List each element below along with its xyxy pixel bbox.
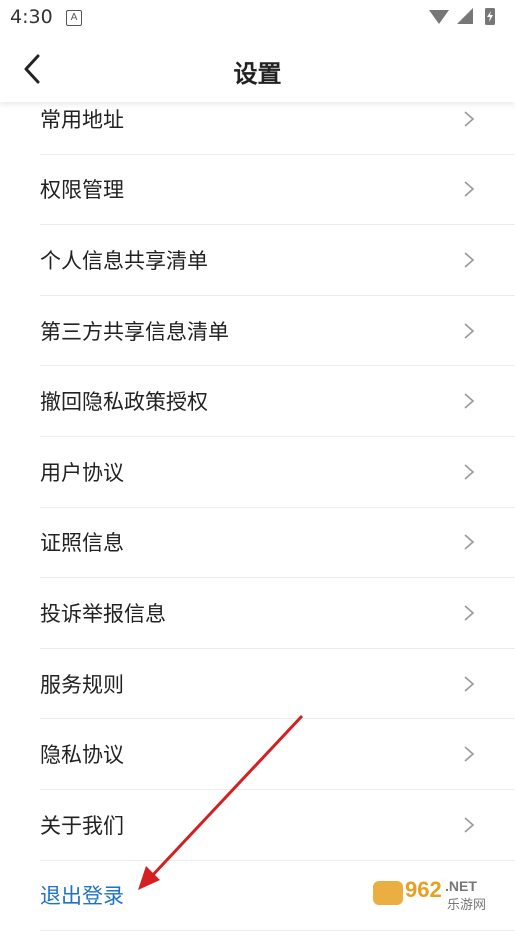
svg-text:.NET: .NET <box>445 878 477 894</box>
svg-text:乐游网: 乐游网 <box>447 898 486 913</box>
page-title: 设置 <box>233 60 282 88</box>
app-header: 设置 <box>0 36 515 102</box>
svg-text:962: 962 <box>405 877 442 902</box>
annotation-arrow <box>138 714 304 890</box>
watermark-logo: 962 .NET 乐游网 <box>373 877 486 913</box>
